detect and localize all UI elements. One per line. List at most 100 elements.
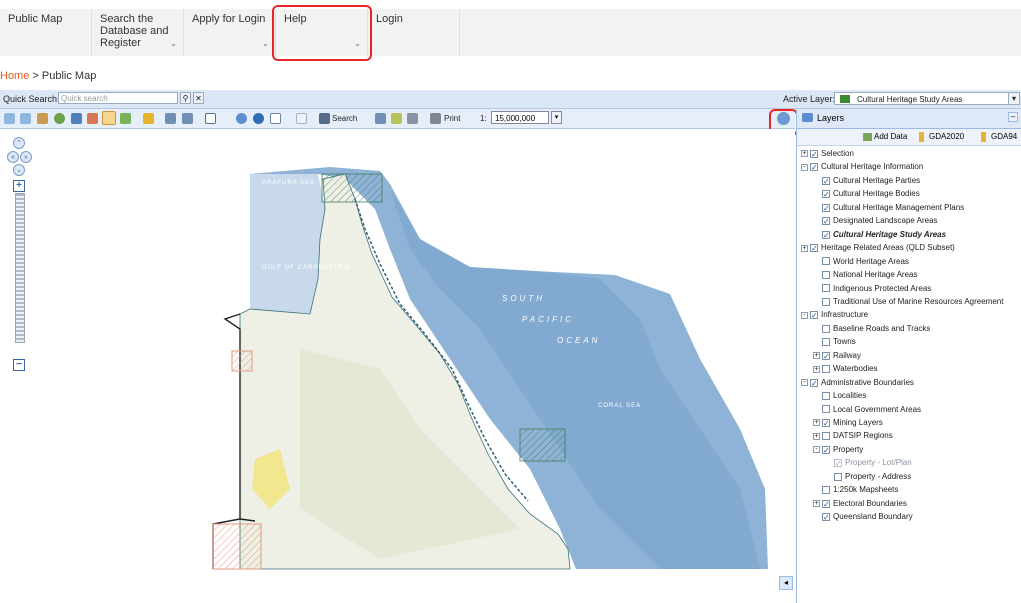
layer-tree-row[interactable]: + ✓ Heritage Related Areas (QLD Subset) — [801, 241, 955, 254]
layer-checkbox[interactable] — [822, 297, 830, 306]
layer-checkbox[interactable] — [822, 391, 830, 400]
print-menu-button[interactable]: Print — [444, 114, 460, 123]
expand-icon[interactable]: + — [813, 352, 820, 360]
breadcrumb-home-link[interactable]: Home — [0, 70, 29, 82]
quick-search-input[interactable]: Quick search — [58, 92, 178, 104]
layer-checkbox[interactable]: ✓ — [822, 513, 830, 522]
zoom-out-icon[interactable] — [87, 113, 98, 124]
layer-checkbox[interactable]: ✓ — [810, 378, 818, 387]
layer-tree-row[interactable]: National Heritage Areas — [813, 268, 918, 281]
comment-icon[interactable] — [270, 113, 281, 124]
layer-tree-row[interactable]: ✓ Cultural Heritage Study Areas — [813, 228, 946, 241]
zoom-slider[interactable] — [15, 193, 25, 343]
layer-checkbox[interactable] — [822, 405, 830, 414]
layer-tree-row[interactable]: Indigenous Protected Areas — [813, 282, 931, 295]
layer-tree-row[interactable]: ✓ Queensland Boundary — [813, 510, 913, 523]
expand-icon[interactable]: + — [801, 244, 808, 252]
layer-checkbox[interactable] — [822, 284, 830, 293]
layer-tree-row[interactable]: + Waterbodies — [813, 362, 878, 375]
expand-icon[interactable]: + — [801, 150, 808, 158]
layer-checkbox[interactable] — [822, 324, 830, 333]
layer-checkbox[interactable]: ✓ — [822, 351, 830, 360]
layer-checkbox[interactable] — [822, 432, 830, 441]
panel-minimize-icon[interactable]: – — [1008, 112, 1018, 122]
layer-checkbox[interactable]: ✓ — [822, 418, 830, 427]
layer-checkbox[interactable]: ✓ — [810, 149, 818, 158]
layer-tree-row[interactable]: Localities — [813, 389, 866, 402]
layer-tree-row[interactable]: Traditional Use of Marine Resources Agre… — [813, 295, 1003, 308]
back-icon[interactable] — [4, 113, 15, 124]
expand-icon[interactable]: + — [813, 500, 820, 508]
layer-checkbox[interactable]: ✓ — [822, 445, 830, 454]
layer-tree-row[interactable]: Property - Address — [825, 470, 911, 483]
globe-icon[interactable] — [54, 113, 65, 124]
expand-icon[interactable]: + — [813, 365, 820, 373]
pan-up-icon[interactable]: ⌃ — [13, 137, 25, 149]
clear-selection-icon[interactable] — [296, 113, 307, 124]
layer-tree-row[interactable]: Towns — [813, 335, 856, 348]
gda2020-button[interactable]: GDA2020 — [929, 132, 964, 141]
layer-tree-row[interactable]: ✓ Property - Lot/Plan — [825, 456, 912, 469]
layer-tree-row[interactable]: - ✓ Administrative Boundaries — [801, 376, 914, 389]
pencil-icon[interactable] — [143, 113, 154, 124]
layer-checkbox[interactable]: ✓ — [822, 230, 830, 239]
layer-checkbox[interactable] — [822, 486, 830, 495]
active-layer-select[interactable]: Cultural Heritage Study Areas — [834, 92, 1009, 105]
collapse-icon[interactable]: - — [801, 379, 808, 387]
select-box-icon[interactable] — [205, 113, 216, 124]
pan-down-icon[interactable]: ⌄ — [13, 164, 25, 176]
collapse-panel-icon[interactable]: ◂ — [779, 576, 793, 590]
layer-tree-row[interactable]: Baseline Roads and Tracks — [813, 322, 930, 335]
layer-tree-row[interactable]: ✓ Cultural Heritage Parties — [813, 174, 920, 187]
gda94-button[interactable]: GDA94 — [991, 132, 1017, 141]
clear-icon[interactable]: ✕ — [193, 92, 204, 104]
collapse-icon[interactable]: - — [801, 163, 808, 171]
info-icon[interactable] — [253, 113, 264, 124]
pan-right-icon[interactable]: » — [20, 151, 32, 163]
layer-tree-row[interactable]: ✓ Designated Landscape Areas — [813, 214, 938, 227]
layer-checkbox[interactable] — [834, 472, 842, 481]
collapse-icon[interactable]: - — [813, 446, 820, 454]
layer-checkbox[interactable] — [822, 257, 830, 266]
layer-tree-row[interactable]: - ✓ Property — [813, 443, 863, 456]
nav-item-login[interactable]: Login — [368, 9, 460, 56]
nav-item-apply-login[interactable]: Apply for Login ⌄ — [184, 9, 276, 56]
layer-tree-row[interactable]: ✓ Cultural Heritage Management Plans — [813, 201, 964, 214]
layer-checkbox[interactable] — [822, 365, 830, 374]
measure-icon[interactable] — [165, 113, 176, 124]
nav-item-public-map[interactable]: Public Map — [0, 9, 92, 56]
measure-area-icon[interactable] — [182, 113, 193, 124]
search-menu-button[interactable]: Search — [332, 114, 357, 123]
layer-checkbox[interactable] — [822, 270, 830, 279]
nav-item-help[interactable]: Help ⌄ — [276, 9, 368, 56]
scale-input[interactable]: 15,000,000 — [491, 111, 549, 124]
add-data-button[interactable]: Add Data — [874, 132, 907, 141]
expand-icon[interactable]: + — [813, 419, 820, 427]
layer-tree-row[interactable]: + DATSIP Regions — [813, 429, 893, 442]
layer-tree-row[interactable]: + ✓ Electoral Boundaries — [813, 497, 907, 510]
layer-checkbox[interactable]: ✓ — [822, 203, 830, 212]
home-icon[interactable] — [37, 113, 48, 124]
layer-tree-row[interactable]: Local Government Areas — [813, 403, 921, 416]
nav-item-search-database[interactable]: Search the Database and Register ⌄ — [92, 9, 184, 56]
layer-tree-row[interactable]: - ✓ Infrastructure — [801, 308, 868, 321]
layer-tree-row[interactable]: - ✓ Cultural Heritage Information — [801, 160, 923, 173]
layer-tree-row[interactable]: + ✓ Mining Layers — [813, 416, 883, 429]
layer-checkbox[interactable] — [822, 338, 830, 347]
chevron-down-icon[interactable]: ▾ — [551, 111, 562, 124]
table-icon[interactable] — [391, 113, 402, 124]
chevron-down-icon[interactable]: ▾ — [1008, 92, 1020, 105]
layer-checkbox[interactable]: ✓ — [810, 311, 818, 320]
layer-checkbox[interactable]: ✓ — [822, 190, 830, 199]
layer-tree-row[interactable]: + ✓ Selection — [801, 147, 854, 160]
collapse-icon[interactable]: - — [801, 311, 808, 319]
find-icon[interactable] — [375, 113, 386, 124]
zoom-in-button[interactable]: + — [13, 180, 25, 192]
zoom-in-icon[interactable] — [71, 113, 82, 124]
layer-checkbox[interactable]: ✓ — [810, 163, 818, 172]
zoom-out-button[interactable]: − — [13, 359, 25, 371]
layer-tree-row[interactable]: + ✓ Railway — [813, 349, 861, 362]
layer-checkbox[interactable]: ✓ — [810, 244, 818, 253]
expand-icon[interactable]: + — [813, 432, 820, 440]
layer-checkbox[interactable]: ✓ — [822, 217, 830, 226]
